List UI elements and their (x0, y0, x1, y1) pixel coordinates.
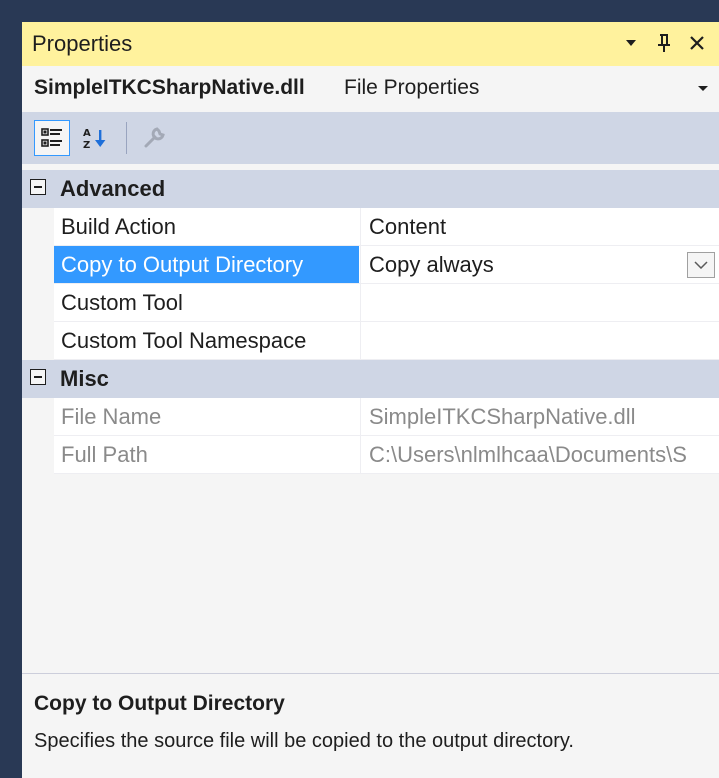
property-value[interactable]: Content (360, 208, 719, 245)
property-value[interactable] (360, 322, 719, 359)
toolbar-separator (126, 122, 127, 154)
property-name: File Name (61, 404, 162, 429)
category-name: Misc (60, 366, 109, 391)
category-misc[interactable]: Misc (22, 360, 719, 398)
window-position-dropdown-icon[interactable] (616, 28, 646, 58)
property-name: Full Path (61, 442, 148, 467)
wrench-icon (144, 127, 165, 148)
categorized-icon (41, 128, 62, 147)
selected-object-type: File Properties (344, 76, 480, 99)
properties-toolbar: A Z (22, 112, 719, 164)
description-title: Copy to Output Directory (34, 692, 285, 715)
chevron-down-icon (694, 261, 708, 269)
property-value[interactable]: C:\Users\nlmlhcaa\Documents\S (360, 436, 719, 473)
object-selector[interactable]: SimpleITKCSharpNative.dll File Propertie… (22, 66, 719, 110)
property-grid-empty-area (22, 494, 719, 670)
collapse-icon[interactable] (30, 179, 46, 195)
alphabetical-sort-icon: A Z (83, 128, 106, 150)
close-icon[interactable] (682, 28, 712, 58)
property-row-custom-tool-namespace[interactable]: Custom Tool Namespace (54, 322, 719, 360)
panel-title: Properties (32, 31, 133, 56)
property-name: Build Action (61, 214, 176, 239)
category-advanced[interactable]: Advanced (22, 170, 719, 208)
property-value-select[interactable]: Copy always (360, 246, 719, 283)
ide-frame: Properties SimpleITKCSharpNative.dll Fil… (0, 0, 719, 778)
property-value[interactable]: SimpleITKCSharpNative.dll (360, 398, 719, 435)
property-row-file-name[interactable]: File Name SimpleITKCSharpNative.dll (54, 398, 719, 436)
property-row-custom-tool[interactable]: Custom Tool (54, 284, 719, 322)
value-dropdown-button[interactable] (687, 252, 715, 278)
selected-object-name: SimpleITKCSharpNative.dll (34, 76, 305, 99)
alphabetical-button[interactable]: A Z (78, 120, 114, 156)
property-name: Custom Tool Namespace (61, 328, 307, 353)
svg-text:A: A (83, 128, 91, 139)
category-name: Advanced (60, 176, 166, 201)
row-divider (54, 473, 719, 474)
categorized-button[interactable] (34, 120, 70, 156)
property-name: Custom Tool (61, 290, 183, 315)
chevron-down-icon[interactable] (698, 86, 708, 91)
property-row-copy-to-output-directory[interactable]: Copy to Output Directory Copy always (54, 246, 719, 284)
property-pages-button[interactable] (136, 120, 172, 156)
property-row-full-path[interactable]: Full Path C:\Users\nlmlhcaa\Documents\S (54, 436, 719, 474)
pin-icon[interactable] (649, 28, 679, 58)
property-name: Copy to Output Directory (54, 246, 359, 283)
panel-title-bar[interactable]: Properties (22, 22, 719, 66)
description-text: Specifies the source file will be copied… (34, 730, 574, 752)
description-pane: Copy to Output Directory Specifies the s… (22, 674, 719, 778)
svg-text:Z: Z (83, 140, 90, 150)
collapse-icon[interactable] (30, 369, 46, 385)
property-value[interactable] (360, 284, 719, 321)
properties-panel: Properties SimpleITKCSharpNative.dll Fil… (22, 22, 719, 778)
property-row-build-action[interactable]: Build Action Content (54, 208, 719, 246)
